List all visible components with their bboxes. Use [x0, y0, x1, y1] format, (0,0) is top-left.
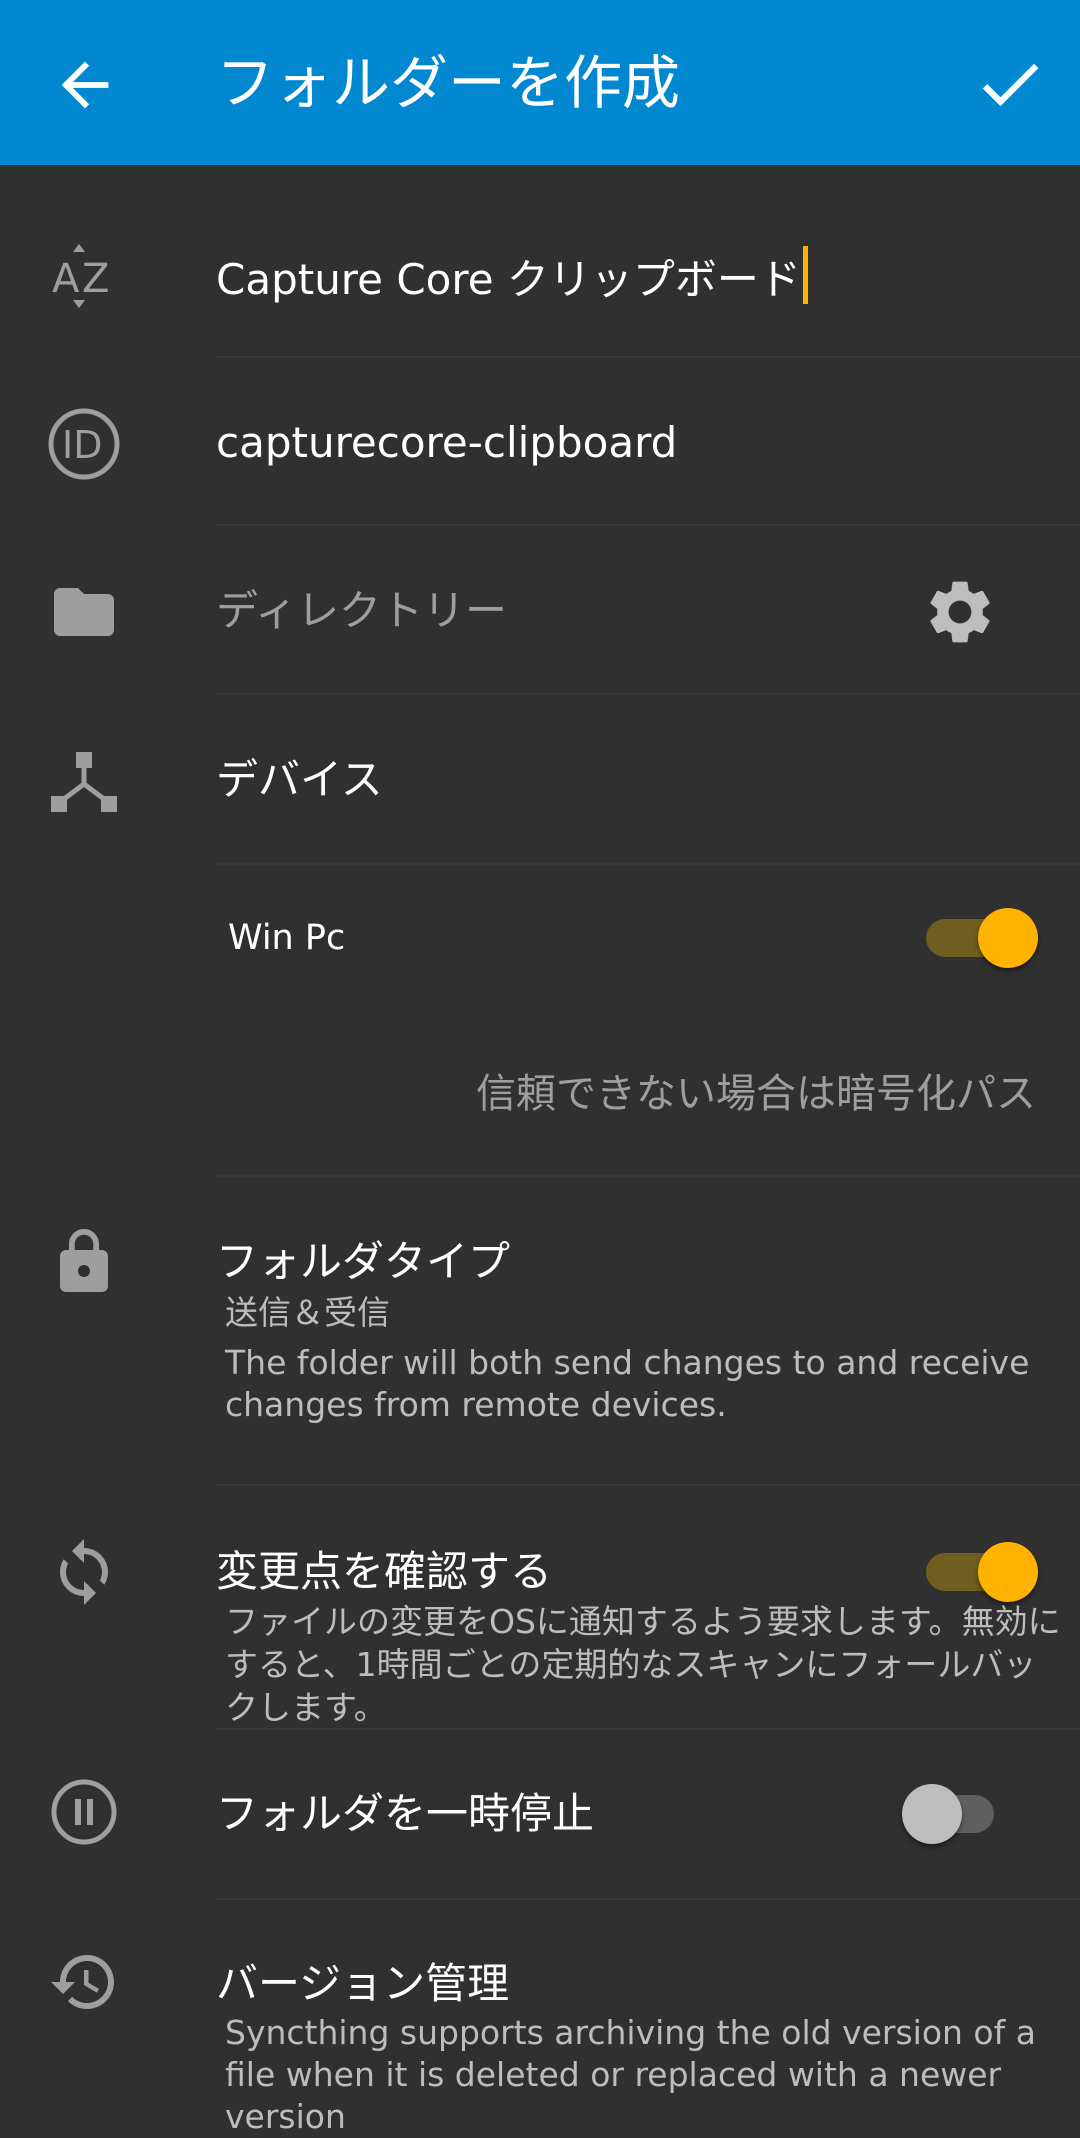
divider: [216, 524, 1080, 526]
divider: [216, 1484, 1080, 1486]
lock-icon: [60, 1229, 108, 1292]
check-icon[interactable]: [972, 46, 1048, 122]
pause-circle-icon: [51, 1779, 117, 1845]
folder-id-input[interactable]: capturecore-clipboard: [216, 413, 677, 473]
id-icon: ID: [48, 408, 120, 480]
divider: [216, 693, 1080, 695]
page-title: フォルダーを作成: [216, 49, 681, 117]
divider: [216, 863, 1080, 865]
watch-changes-switch[interactable]: [922, 1534, 1038, 1602]
untrusted-password-input[interactable]: 信頼できない場合は暗号化パス: [476, 1066, 1036, 1122]
sync-icon: [60, 1539, 108, 1605]
watch-changes-title: 変更点を確認する: [216, 1547, 553, 1596]
gear-icon[interactable]: [922, 574, 998, 650]
folder-type-title: フォルダタイプ: [216, 1237, 511, 1286]
sort-az-icon: A Z: [52, 244, 109, 308]
label-input-value: Capture Core クリップボード: [216, 255, 801, 304]
folder-type-value: 送信＆受信: [225, 1293, 390, 1332]
history-icon: [51, 1955, 114, 2009]
divider: [216, 1728, 1080, 1730]
divider: [216, 1175, 1080, 1177]
svg-text:A: A: [52, 256, 80, 302]
directory-input[interactable]: ディレクトリー: [216, 581, 507, 641]
svg-text:ID: ID: [62, 423, 102, 467]
app-bar: フォルダーを作成: [0, 0, 1080, 165]
back-arrow-icon[interactable]: [50, 50, 120, 120]
pause-folder-switch[interactable]: [902, 1776, 1000, 1844]
divider: [216, 356, 1080, 358]
pause-folder-title: フォルダを一時停止: [216, 1789, 595, 1838]
folder-type-description: The folder will both send changes to and…: [225, 1343, 1030, 1424]
svg-text:Z: Z: [82, 256, 109, 302]
versioning-description: Syncthing supports archiving the old ver…: [225, 2013, 1036, 2136]
device-name: Win Pc: [228, 918, 346, 958]
device-share-switch[interactable]: [922, 900, 1038, 968]
text-cursor: [802, 246, 808, 304]
divider: [216, 1898, 1080, 1900]
devices-header: デバイス: [216, 755, 383, 804]
switch-thumb: [902, 1784, 962, 1844]
watch-changes-description: ファイルの変更をOSに通知するよう要求します。無効にすると、1時間ごとの定期的な…: [225, 1602, 1061, 1727]
folder-icon: [54, 588, 114, 636]
label-input[interactable]: Capture Core クリップボード: [216, 246, 808, 310]
switch-thumb: [978, 1542, 1038, 1602]
switch-thumb: [978, 908, 1038, 968]
share-network-icon: [51, 752, 117, 812]
versioning-title: バージョン管理: [216, 1959, 510, 2008]
